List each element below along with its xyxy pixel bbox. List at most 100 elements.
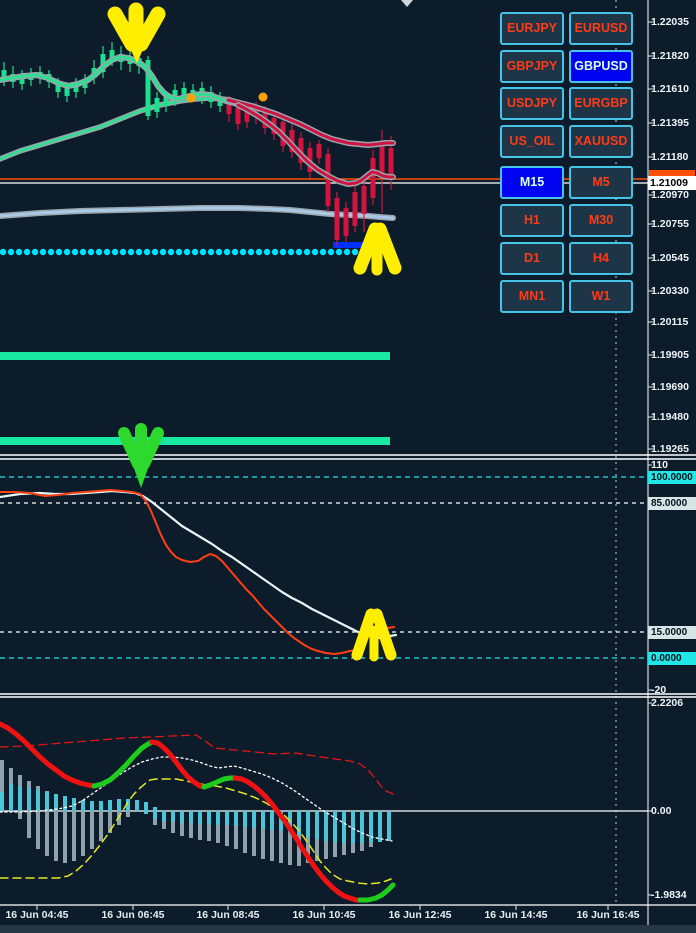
histogram-bar-gray [81, 811, 85, 856]
candlestick [343, 208, 349, 236]
cyan-dotted-baseline-dot [327, 248, 335, 256]
cyan-dotted-baseline-dot [343, 248, 351, 256]
histogram-bar-gray [126, 811, 130, 817]
histogram-bar-cyan [36, 790, 40, 811]
histogram-bar-cyan [18, 786, 22, 811]
cyan-dotted-baseline-dot [247, 248, 255, 256]
oscillator-level-badge: 0.0000 [648, 651, 696, 665]
time-axis-label: 16 Jun 16:45 [576, 909, 640, 921]
symbol-button-eurusd[interactable]: EURUSD [569, 12, 633, 45]
histogram-bar-gray [45, 811, 49, 856]
histogram-bar-cyan [216, 811, 220, 825]
cyan-dotted-baseline-dot [143, 248, 151, 256]
cyan-dotted-baseline-dot [79, 248, 87, 256]
histogram-bar-cyan [198, 811, 202, 824]
histogram-bar-cyan [0, 792, 4, 811]
time-axis-label: 16 Jun 08:45 [196, 909, 260, 921]
price-axis-label: 1.22035 [651, 16, 689, 28]
oscillator-axis-label: -20 [651, 684, 667, 696]
macd-axis-label: -1.9834 [651, 889, 687, 901]
cyan-dotted-baseline-dot [87, 248, 95, 256]
cyan-dotted-baseline-dot [207, 248, 215, 256]
oscillator-level-badge: 85.0000 [648, 496, 696, 510]
time-axis-label: 16 Jun 10:45 [292, 909, 356, 921]
cyan-dotted-baseline-dot [191, 248, 199, 256]
time-axis-label: 16 Jun 12:45 [388, 909, 452, 921]
macd-power-line-green [357, 882, 396, 903]
histogram-bar-cyan [225, 811, 229, 825]
cyan-dotted-baseline-dot [319, 248, 327, 256]
cyan-dotted-baseline-dot [127, 248, 135, 256]
cyan-dotted-baseline-dot [183, 248, 191, 256]
timeframe-button-m30[interactable]: M30 [569, 204, 633, 237]
cyan-dotted-baseline-dot [119, 248, 127, 256]
cyan-dotted-baseline-dot [255, 248, 263, 256]
price-axis-label: 1.21610 [651, 83, 689, 95]
price-axis-label: 1.19265 [651, 443, 689, 455]
symbol-button-usdjpy[interactable]: USDJPY [500, 87, 564, 120]
cyan-dotted-baseline-dot [95, 248, 103, 256]
price-axis-label: 1.19480 [651, 411, 689, 423]
cyan-dotted-baseline-dot [231, 248, 239, 256]
price-axis-label: 1.20115 [651, 316, 689, 328]
timeframe-button-d1[interactable]: D1 [500, 242, 564, 275]
candlestick [154, 98, 160, 112]
candlestick [352, 192, 358, 226]
histogram-bar-cyan [189, 811, 193, 823]
symbol-button-gbpjpy[interactable]: GBPJPY [500, 50, 564, 83]
histogram-bar-cyan [153, 811, 157, 819]
cyan-dotted-baseline-dot [71, 248, 79, 256]
timeframe-button-m15[interactable]: M15 [500, 166, 564, 199]
histogram-bar-gray [63, 811, 67, 863]
symbol-button-xauusd[interactable]: XAUUSD [569, 125, 633, 158]
cyan-dotted-baseline-dot [351, 248, 359, 256]
window-bottom-strip [0, 925, 696, 933]
price-axis-label: 1.19905 [651, 349, 689, 361]
candlestick [370, 158, 376, 198]
histogram-bar-cyan [171, 811, 175, 822]
support-resistance-zone [0, 352, 390, 360]
price-axis-label: 1.20755 [651, 218, 689, 230]
orange-signal-dot [258, 92, 268, 102]
macd-lower-band [0, 778, 392, 885]
candlestick [316, 144, 322, 158]
cyan-dotted-baseline-dot [223, 248, 231, 256]
cyan-dotted-baseline-dot [0, 248, 7, 256]
timeframe-button-w1[interactable]: W1 [569, 280, 633, 313]
support-resistance-zone [0, 437, 390, 445]
symbol-button-eurjpy[interactable]: EURJPY [500, 12, 564, 45]
oscillator-main-line [0, 489, 392, 640]
histogram-bar-cyan [45, 792, 49, 811]
symbol-button-us_oil[interactable]: US_OIL [500, 125, 564, 158]
histogram-bar-cyan [153, 807, 157, 811]
price-axis-label: 1.20330 [651, 285, 689, 297]
histogram-bar-cyan [99, 801, 103, 811]
timeframe-button-mn1[interactable]: MN1 [500, 280, 564, 313]
histogram-bar-cyan [378, 811, 382, 842]
symbol-button-eurgbp[interactable]: EURGBP [569, 87, 633, 120]
timeframe-button-m5[interactable]: M5 [569, 166, 633, 199]
cyan-dotted-baseline-dot [151, 248, 159, 256]
histogram-bar-gray [36, 811, 40, 849]
oscillator-level-badge: 100.0000 [648, 470, 696, 484]
histogram-bar-cyan [180, 811, 184, 823]
oscillator-buy-arrow-icon [351, 608, 377, 661]
histogram-bar-cyan [234, 811, 238, 826]
symbol-button-gbpusd[interactable]: GBPUSD [569, 50, 633, 83]
histogram-bar-cyan [117, 799, 121, 811]
price-axis-label: 1.21395 [651, 117, 689, 129]
histogram-bar-cyan [90, 801, 94, 811]
mid-ma-red [226, 98, 395, 147]
macd-axis-label: 0.00 [651, 805, 672, 817]
timeframe-button-h1[interactable]: H1 [500, 204, 564, 237]
cyan-dotted-baseline-dot [7, 248, 15, 256]
histogram-bar-cyan [135, 800, 139, 811]
histogram-bar-cyan [315, 811, 319, 839]
bid-price-badge: 1.21009 [648, 176, 696, 190]
histogram-bar-cyan [324, 811, 328, 841]
macd-axis-label: 2.2206 [651, 697, 684, 709]
cyan-dotted-baseline-dot [335, 248, 343, 256]
candlestick [64, 88, 70, 96]
histogram-bar-gray [72, 811, 76, 861]
timeframe-button-h4[interactable]: H4 [569, 242, 633, 275]
